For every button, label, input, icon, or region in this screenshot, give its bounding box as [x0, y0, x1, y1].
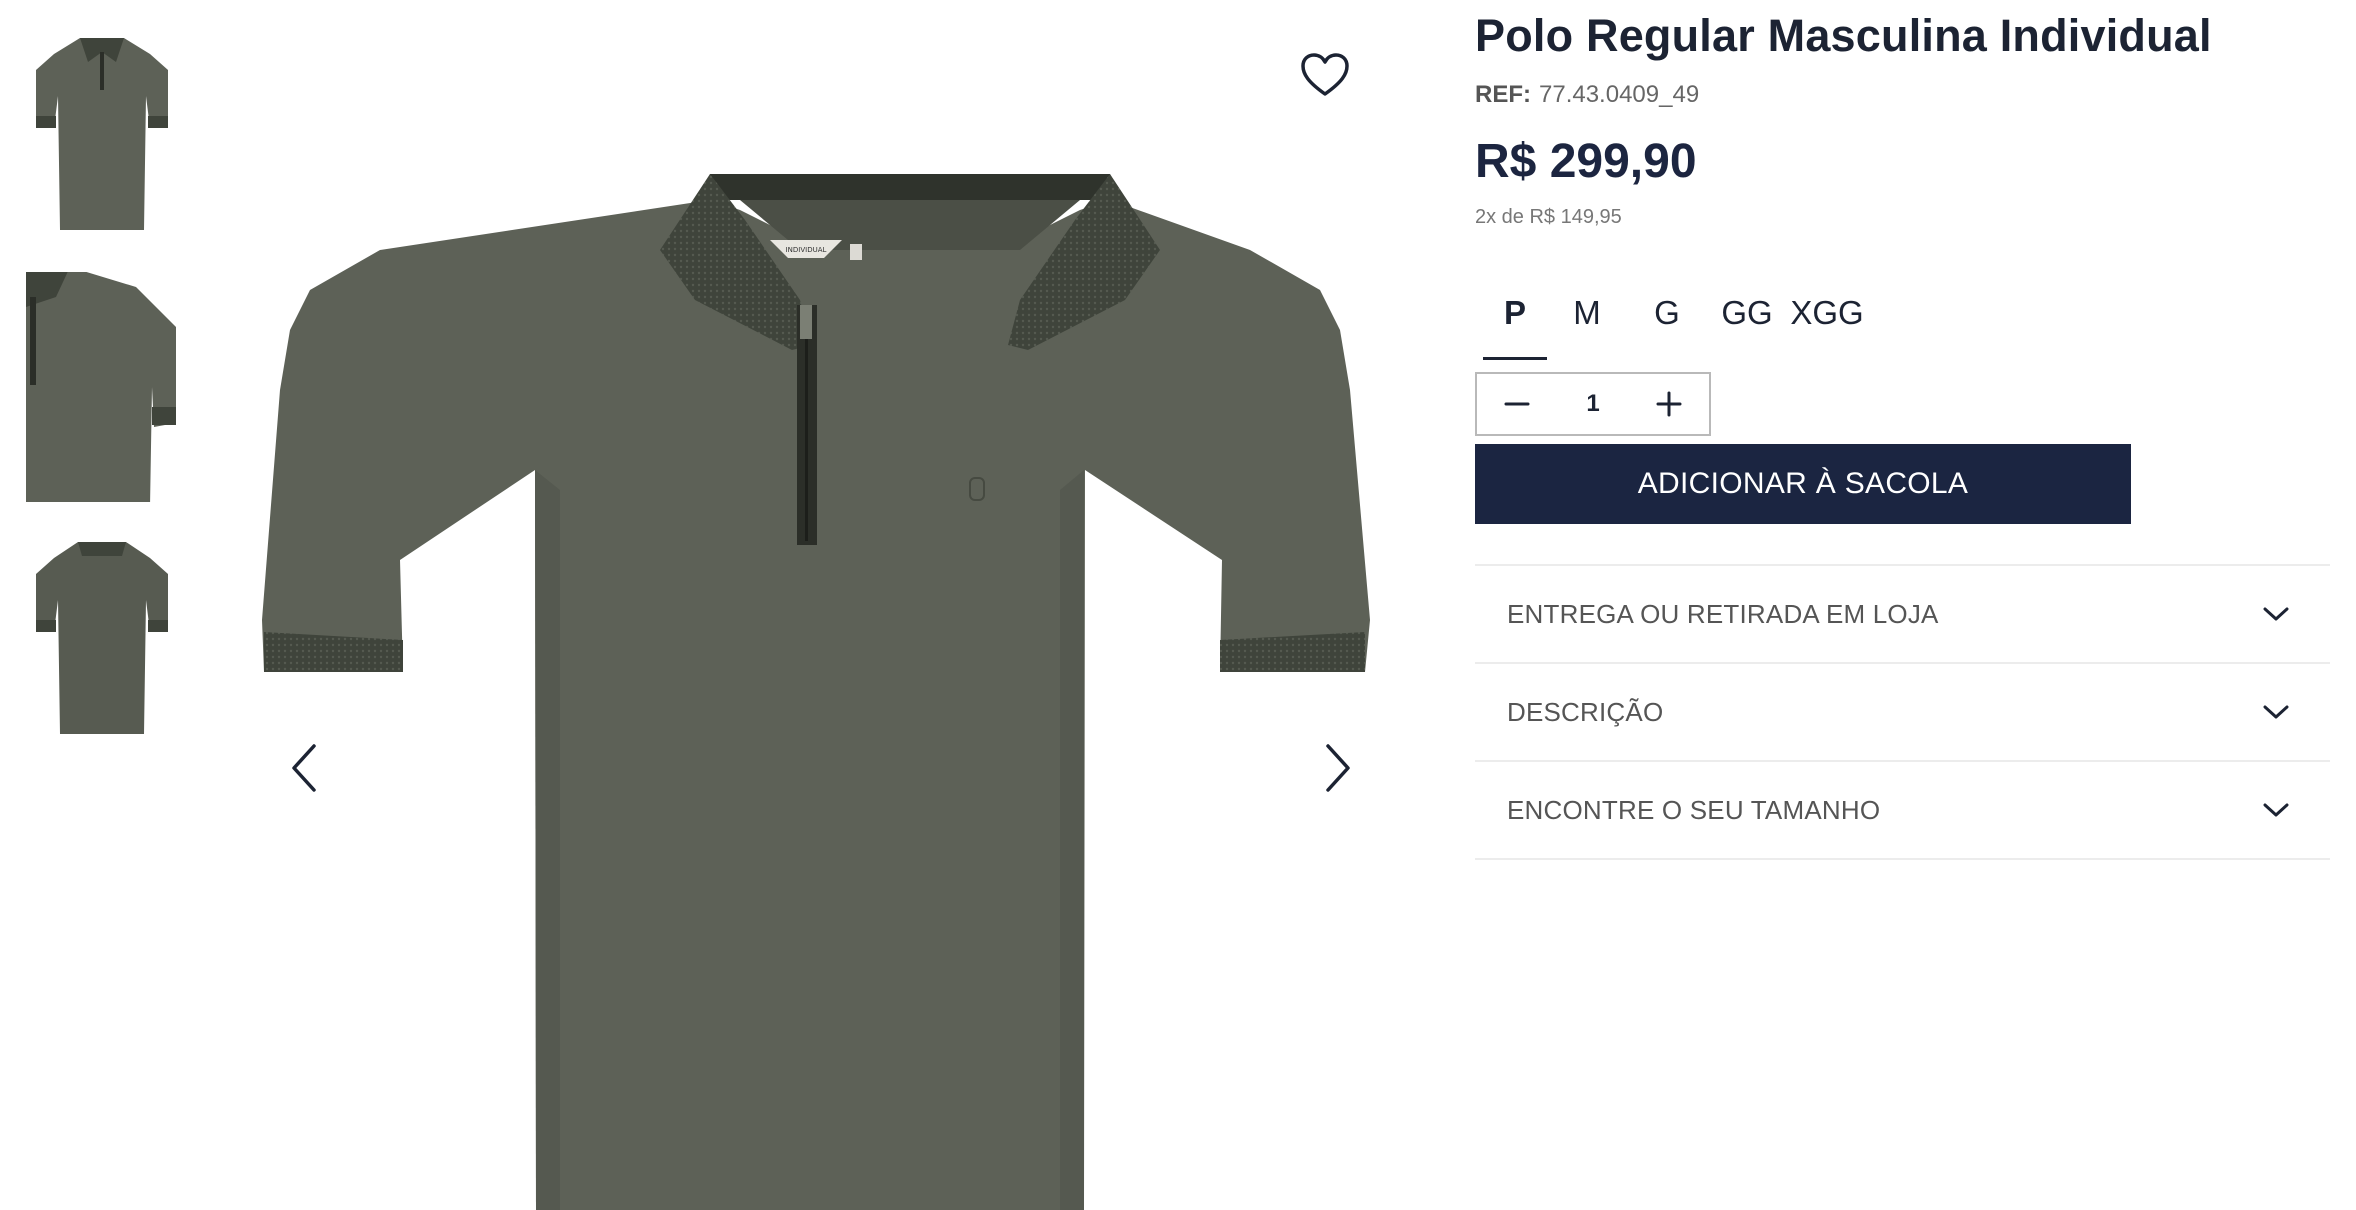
product-info: Polo Regular Masculina Individual REF: 77…	[1475, 0, 2330, 860]
product-price: R$ 299,90	[1475, 135, 1697, 188]
ref-value: 77.43.0409_49	[1539, 81, 1700, 108]
collar-tag-text: INDIVIDUAL	[786, 246, 827, 254]
accordion-label: ENTREGA OU RETIRADA EM LOJA	[1507, 598, 1939, 629]
plus-icon	[1656, 391, 1682, 417]
accordion-label: ENCONTRE O SEU TAMANHO	[1507, 794, 1881, 825]
thumbnail-front[interactable]	[26, 20, 178, 250]
size-option-p[interactable]: P	[1483, 288, 1547, 360]
quantity-increment-button[interactable]	[1649, 384, 1689, 424]
size-option-m[interactable]: M	[1547, 288, 1627, 360]
minus-icon	[1504, 402, 1530, 406]
quantity-stepper	[1475, 372, 1711, 436]
chevron-down-icon	[2263, 705, 2289, 719]
size-option-xgg[interactable]: XGG	[1787, 288, 1867, 360]
thumbnail-side[interactable]	[26, 272, 178, 502]
chevron-down-icon	[2263, 607, 2289, 621]
product-ref: REF: 77.43.0409_49	[1475, 80, 2330, 110]
shirt-front-image	[36, 38, 168, 230]
add-to-bag-button[interactable]: ADICIONAR À SACOLA	[1475, 444, 2131, 524]
product-gallery: INDIVIDUAL	[240, 0, 1390, 1210]
product-title: Polo Regular Masculina Individual	[1475, 10, 2212, 61]
chevron-right-icon	[1326, 744, 1350, 792]
product-main-image: INDIVIDUAL	[262, 174, 1370, 1210]
ref-label: REF:	[1475, 81, 1531, 108]
size-selector: P M G GG XGG	[1475, 288, 2330, 360]
prev-image-button[interactable]	[284, 740, 324, 796]
heart-icon	[1301, 53, 1349, 96]
thumbnail-back[interactable]	[26, 524, 178, 754]
quantity-input[interactable]	[1563, 390, 1623, 418]
accordion-delivery[interactable]: ENTREGA OU RETIRADA EM LOJA	[1475, 566, 2330, 664]
next-image-button[interactable]	[1318, 740, 1358, 796]
size-option-g[interactable]: G	[1627, 288, 1707, 360]
shirt-side-image	[26, 272, 176, 502]
chevron-down-icon	[2263, 803, 2289, 817]
installments-text: 2x de R$ 149,95	[1475, 206, 1622, 228]
accordion-label: DESCRIÇÃO	[1507, 696, 1664, 727]
accordion-size-guide[interactable]: ENCONTRE O SEU TAMANHO	[1475, 762, 2330, 860]
accordion-description[interactable]: DESCRIÇÃO	[1475, 664, 2330, 762]
favorite-button[interactable]	[1300, 52, 1350, 98]
chevron-left-icon	[292, 744, 316, 792]
size-option-gg[interactable]: GG	[1707, 288, 1787, 360]
shirt-back-image	[36, 542, 168, 734]
thumbnail-list	[26, 20, 178, 776]
quantity-decrement-button[interactable]	[1497, 384, 1537, 424]
accordion-list: ENTREGA OU RETIRADA EM LOJA DESCRIÇÃO EN…	[1475, 564, 2330, 860]
